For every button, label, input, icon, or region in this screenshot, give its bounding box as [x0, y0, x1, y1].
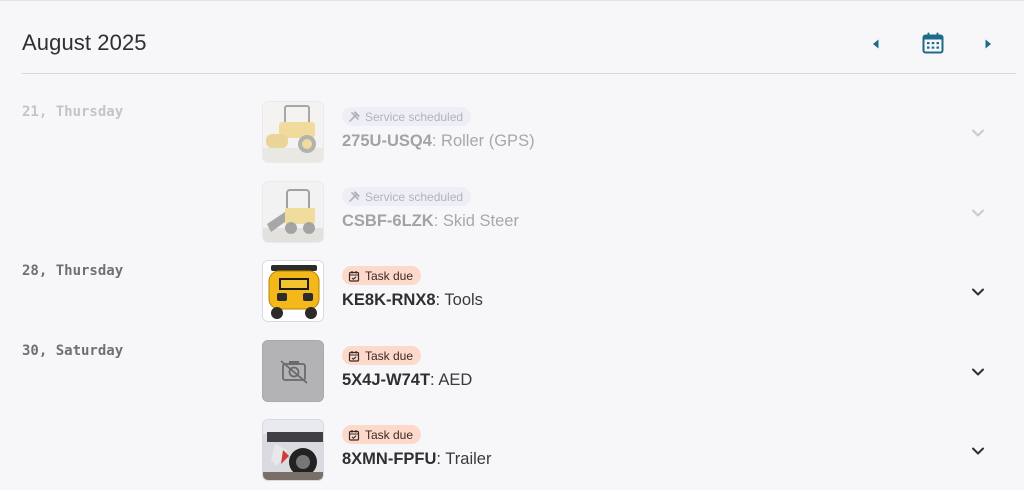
asset-id: CSBF-6LZK [342, 212, 434, 230]
asset-thumbnail-compressor [262, 260, 324, 322]
asset-thumbnail-skid-steer [262, 181, 324, 243]
asset-name: AED [434, 371, 473, 389]
roller-image [263, 102, 323, 162]
asset-name: Roller (GPS) [436, 132, 535, 150]
calendar-check-icon [348, 350, 360, 362]
asset-thumbnail-placeholder [262, 340, 324, 402]
chevron-down-icon [972, 288, 984, 296]
expand-button[interactable] [968, 123, 988, 143]
caret-left-icon [873, 39, 879, 49]
chevron-down-icon [972, 368, 984, 376]
tools-icon [349, 110, 360, 122]
asset-title[interactable]: 5X4J-W74T: AED [342, 371, 472, 390]
event-row[interactable]: Task due 5X4J-W74T: AED [262, 340, 1002, 402]
badge-label: Task due [365, 348, 414, 363]
badge-label: Task due [365, 427, 414, 442]
asset-id: 275U-USQ4 [342, 132, 432, 150]
expand-button[interactable] [968, 203, 988, 223]
event-badge: Task due [342, 346, 422, 365]
asset-title[interactable]: 8XMN-FPFU: Trailer [342, 450, 491, 469]
event-badge: Task due [342, 266, 422, 285]
caret-right-icon [985, 39, 991, 49]
previous-month-button[interactable] [864, 32, 888, 56]
calendar-icon [922, 32, 944, 54]
event-row[interactable]: Task due 8XMN-FPFU: Trailer [262, 419, 1002, 481]
asset-name: Skid Steer [438, 212, 519, 230]
calendar-header: August 2025 [22, 0, 1016, 74]
chevron-down-icon [972, 447, 984, 455]
calendar-page: August 2025 21, Thursday 28, Thursday 30… [0, 0, 1024, 490]
expand-button[interactable] [968, 441, 988, 461]
badge-label: Task due [365, 268, 414, 283]
expand-button[interactable] [968, 362, 988, 382]
asset-thumbnail-trailer [262, 419, 324, 481]
asset-title[interactable]: CSBF-6LZK: Skid Steer [342, 212, 519, 231]
no-photo-icon [280, 360, 308, 384]
event-badge: Task due [342, 425, 422, 444]
compressor-image [263, 261, 323, 321]
expand-button[interactable] [968, 282, 988, 302]
next-month-button[interactable] [976, 32, 1000, 56]
tools-icon [349, 190, 360, 202]
asset-title[interactable]: KE8K-RNX8: Tools [342, 291, 483, 310]
asset-title[interactable]: 275U-USQ4: Roller (GPS) [342, 132, 535, 151]
event-row[interactable]: Service scheduled 275U-USQ4: Roller (GPS… [262, 101, 1002, 163]
event-row[interactable]: Task due KE8K-RNX8: Tools [262, 260, 1002, 322]
asset-id: 5X4J-W74T [342, 371, 431, 389]
day-label: 28, Thursday [22, 263, 124, 279]
calendar-picker-button[interactable] [920, 30, 946, 56]
event-badge: Service scheduled [342, 107, 472, 126]
event-badge: Service scheduled [342, 187, 472, 206]
skid-steer-image [263, 182, 323, 242]
month-title: August 2025 [22, 30, 147, 55]
chevron-down-icon [972, 209, 984, 217]
asset-name: Tools [440, 291, 483, 309]
trailer-image [263, 420, 323, 480]
calendar-check-icon [348, 270, 360, 282]
asset-name: Trailer [441, 450, 492, 468]
calendar-check-icon [348, 429, 360, 441]
badge-label: Service scheduled [365, 109, 464, 124]
asset-id: KE8K-RNX8 [342, 291, 436, 309]
badge-label: Service scheduled [365, 189, 464, 204]
event-row[interactable]: Service scheduled CSBF-6LZK: Skid Steer [262, 181, 1002, 243]
asset-id: 8XMN-FPFU [342, 450, 437, 468]
chevron-down-icon [972, 129, 984, 137]
day-label: 21, Thursday [22, 104, 124, 120]
asset-thumbnail-roller [262, 101, 324, 163]
day-label: 30, Saturday [22, 343, 124, 359]
